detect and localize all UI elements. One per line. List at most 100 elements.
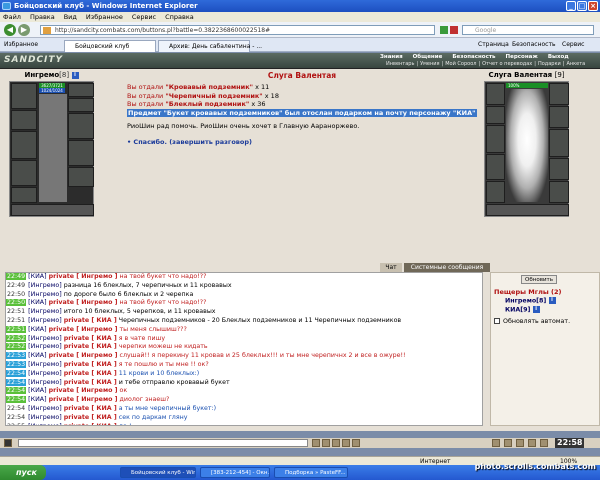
private-tag[interactable]: private [ КИА ] (64, 335, 117, 342)
forward-button[interactable]: ▶ (18, 24, 30, 36)
back-button[interactable]: ◀ (4, 24, 16, 36)
smiley-icon[interactable] (332, 439, 340, 447)
chat-nick[interactable]: [Ингремо] (28, 343, 62, 350)
subnav-item[interactable]: Подарки (538, 61, 561, 67)
equip-slot-helm[interactable] (11, 83, 37, 109)
nav-item[interactable]: Персонаж (506, 54, 538, 60)
private-tag[interactable]: private [ КИА ] (64, 414, 117, 421)
equip-slot-armor[interactable] (11, 160, 37, 186)
send-icon[interactable] (312, 439, 320, 447)
chat-nick[interactable]: [Ингремо] (28, 308, 62, 315)
subnav-item[interactable]: Отчет о переводах (482, 61, 532, 67)
private-tag[interactable]: private [ КИА ] (64, 379, 117, 386)
auto-refresh[interactable]: Обновлять автомат. (494, 318, 570, 325)
equip-slot-weapon[interactable] (11, 131, 37, 159)
equip-slot-earrings[interactable] (68, 83, 94, 97)
private-tag[interactable]: private [ Ингремо ] (49, 299, 118, 306)
favorites-label[interactable]: Избранное (4, 38, 38, 52)
chat-time[interactable]: 22:52 (6, 343, 27, 351)
tab-system-messages[interactable]: Системные сообщения (404, 263, 490, 272)
equip-slot-amulet[interactable] (11, 110, 37, 130)
chat-time[interactable]: 22:53 (6, 360, 27, 368)
subnav-item[interactable]: Анкета (566, 61, 585, 67)
private-tag[interactable]: private [ КИА ] (64, 317, 117, 324)
chat-time[interactable]: 22:54 (6, 378, 27, 386)
chat-time[interactable]: 22:55 (6, 423, 26, 425)
chat-time[interactable]: 22:54 (6, 396, 27, 404)
filter-icon[interactable] (342, 439, 350, 447)
chat-time[interactable]: 22:51 (6, 325, 27, 333)
private-tag[interactable]: private [ КИА ] (64, 405, 117, 412)
chat-time[interactable]: 22:54 (6, 405, 26, 412)
private-tag[interactable]: private [ КИА ] (64, 343, 117, 350)
toolbar-page[interactable]: Страница (478, 38, 509, 52)
refresh-button[interactable]: Обновить (521, 275, 557, 284)
chat-time[interactable]: 22:53 (6, 352, 27, 360)
settings-icon[interactable] (528, 439, 536, 447)
chat-nick[interactable]: [Ингремо] (28, 423, 62, 425)
chat-nick[interactable]: [Ингремо] (28, 361, 62, 368)
toolbar-tools[interactable]: Сервис (562, 38, 584, 52)
menu-item[interactable]: Сервис (132, 13, 156, 21)
chat-nick[interactable]: [Ингремо] (28, 291, 62, 298)
auto-refresh-checkbox[interactable] (494, 318, 500, 324)
chat-time[interactable]: 22:52 (6, 334, 27, 342)
equip-slot-boots[interactable] (68, 167, 94, 187)
private-tag[interactable]: private [ КИА ] (64, 423, 117, 425)
private-tag[interactable]: private [ КИА ] (64, 361, 117, 368)
subnav-item[interactable]: Умения (420, 61, 439, 67)
private-tag[interactable]: private [ Ингремо ] (49, 352, 118, 359)
chat-time[interactable]: 22:50 (6, 299, 27, 307)
refresh-icon[interactable] (440, 26, 448, 34)
menu-item[interactable]: Вид (64, 13, 77, 21)
private-tag[interactable]: private [ Ингремо ] (49, 273, 118, 280)
private-tag[interactable]: private [ КИА ] (64, 370, 117, 377)
chat-icon[interactable] (4, 439, 12, 447)
chat-nick[interactable]: [Ингремо] (28, 405, 62, 412)
equip-slot-row[interactable] (11, 204, 94, 216)
private-tag[interactable]: private [ Ингремо ] (49, 326, 118, 333)
nav-item[interactable]: Выход (548, 54, 569, 60)
chat-input[interactable] (18, 439, 308, 447)
exit-icon[interactable] (540, 439, 548, 447)
menu-item[interactable]: Правка (30, 13, 55, 21)
friends-icon[interactable] (516, 439, 524, 447)
chat-time[interactable]: 22:51 (6, 308, 26, 315)
chat-time[interactable]: 22:54 (6, 387, 27, 395)
address-field[interactable]: http://sandcity.combats.com/buttons.pl?b… (40, 25, 435, 35)
menu-item[interactable]: Файл (3, 13, 21, 21)
chat-nick[interactable]: [КИА] (28, 299, 46, 306)
info-icon[interactable]: i (71, 71, 79, 79)
clear-icon[interactable] (322, 439, 330, 447)
equip-slot-rings[interactable] (68, 98, 94, 112)
chat-nick[interactable]: [КИА] (28, 326, 46, 333)
private-tag[interactable]: private [ Ингремо ] (49, 387, 118, 394)
mail-icon[interactable] (504, 439, 512, 447)
chat-time[interactable]: 22:54 (6, 414, 26, 421)
chat-nick[interactable]: [Ингремо] (28, 317, 62, 324)
chat-nick[interactable]: [КИА] (28, 396, 46, 403)
occupant[interactable]: Ингремо[8] i (505, 297, 556, 305)
equip-slot-belt[interactable] (11, 187, 37, 203)
menu-item[interactable]: Справка (165, 13, 194, 21)
chat-nick[interactable]: [КИА] (28, 387, 46, 394)
maximize-button[interactable]: □ (577, 1, 587, 11)
occupant[interactable]: КИА[9] i (505, 306, 540, 314)
nav-item[interactable]: Безопасность (452, 54, 495, 60)
chat-nick[interactable]: [Ингремо] (28, 282, 62, 289)
start-button[interactable]: пуск (0, 465, 46, 480)
taskbar-item-icq[interactable]: [383-212-454] - Окн... (200, 467, 270, 478)
chat-time[interactable]: 22:54 (6, 369, 27, 377)
taskbar-item-paste[interactable]: Подборка » PasteFF... (274, 467, 348, 478)
close-button[interactable]: × (588, 1, 598, 11)
answer-link[interactable]: • Спасибо. (завершить разговор) (127, 138, 477, 146)
info-icon[interactable]: i (548, 297, 556, 304)
chat-nick[interactable]: [Ингремо] (28, 379, 62, 386)
nav-item[interactable]: Общение (413, 54, 443, 60)
private-tag[interactable]: private [ Ингремо ] (49, 396, 118, 403)
equip-slot-gloves[interactable] (68, 113, 94, 139)
chat-time[interactable]: 22:50 (6, 291, 26, 298)
nav-item[interactable]: Знания (380, 54, 403, 60)
chat-time[interactable]: 22:51 (6, 317, 26, 324)
chat-time[interactable]: 22:49 (6, 273, 27, 280)
